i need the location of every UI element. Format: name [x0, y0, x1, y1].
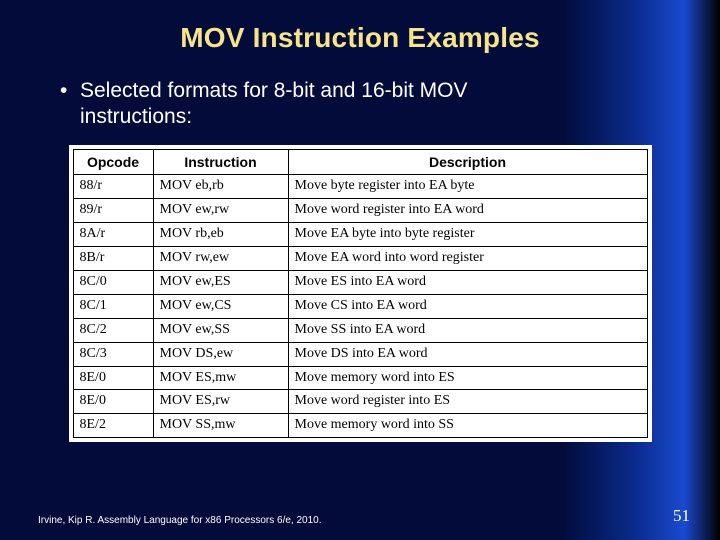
table-row: 89/rMOV ew,rwMove word register into EA …	[73, 199, 647, 223]
opcode-table-wrap: Opcode Instruction Description 88/rMOV e…	[69, 145, 652, 443]
cell-instruction: MOV ew,ES	[153, 270, 288, 294]
cell-instruction: MOV rw,ew	[153, 247, 288, 271]
cell-description: Move memory word into SS	[288, 414, 647, 438]
table-row: 8C/1MOV ew,CSMove CS into EA word	[73, 294, 647, 318]
cell-opcode: 89/r	[73, 199, 153, 223]
bullet-line-1: •Selected formats for 8-bit and 16-bit M…	[60, 78, 660, 104]
table-row: 8E/0MOV ES,rwMove word register into ES	[73, 390, 647, 414]
cell-description: Move CS into EA word	[288, 294, 647, 318]
cell-description: Move memory word into ES	[288, 366, 647, 390]
cell-instruction: MOV rb,eb	[153, 223, 288, 247]
table-row: 8C/3MOV DS,ewMove DS into EA word	[73, 342, 647, 366]
cell-opcode: 8C/2	[73, 318, 153, 342]
page-number: 51	[673, 506, 690, 526]
cell-description: Move word register into ES	[288, 390, 647, 414]
table-row: 8E/0MOV ES,mwMove memory word into ES	[73, 366, 647, 390]
cell-description: Move EA word into word register	[288, 247, 647, 271]
header-description: Description	[288, 149, 647, 175]
bullet-block: •Selected formats for 8-bit and 16-bit M…	[0, 64, 720, 131]
table-row: 8E/2MOV SS,mwMove memory word into SS	[73, 414, 647, 438]
table-row: 8A/rMOV rb,ebMove EA byte into byte regi…	[73, 223, 647, 247]
cell-instruction: MOV ES,rw	[153, 390, 288, 414]
table-row: 8C/0MOV ew,ESMove ES into EA word	[73, 270, 647, 294]
cell-opcode: 8C/3	[73, 342, 153, 366]
cell-description: Move ES into EA word	[288, 270, 647, 294]
cell-instruction: MOV ES,mw	[153, 366, 288, 390]
cell-instruction: MOV DS,ew	[153, 342, 288, 366]
cell-opcode: 8E/0	[73, 390, 153, 414]
cell-description: Move EA byte into byte register	[288, 223, 647, 247]
cell-opcode: 8B/r	[73, 247, 153, 271]
cell-description: Move byte register into EA byte	[288, 175, 647, 199]
table-row: 8C/2MOV ew,SSMove SS into EA word	[73, 318, 647, 342]
cell-description: Move SS into EA word	[288, 318, 647, 342]
cell-description: Move DS into EA word	[288, 342, 647, 366]
bullet-text-1: Selected formats for 8-bit and 16-bit MO…	[80, 79, 468, 102]
cell-instruction: MOV eb,rb	[153, 175, 288, 199]
cell-description: Move word register into EA word	[288, 199, 647, 223]
cell-opcode: 8C/1	[73, 294, 153, 318]
cell-instruction: MOV SS,mw	[153, 414, 288, 438]
cell-opcode: 8E/2	[73, 414, 153, 438]
cell-opcode: 8E/0	[73, 366, 153, 390]
cell-opcode: 8C/0	[73, 270, 153, 294]
cell-instruction: MOV ew,SS	[153, 318, 288, 342]
cell-opcode: 8A/r	[73, 223, 153, 247]
slide-title: MOV Instruction Examples	[0, 0, 720, 64]
table-header-row: Opcode Instruction Description	[73, 149, 647, 175]
table-row: 88/rMOV eb,rbMove byte register into EA …	[73, 175, 647, 199]
opcode-table: Opcode Instruction Description 88/rMOV e…	[73, 149, 648, 439]
cell-opcode: 88/r	[73, 175, 153, 199]
footer: Irvine, Kip R. Assembly Language for x86…	[38, 506, 690, 526]
header-opcode: Opcode	[73, 149, 153, 175]
table-row: 8B/rMOV rw,ewMove EA word into word regi…	[73, 247, 647, 271]
bullet-line-2: instructions:	[60, 104, 660, 130]
cell-instruction: MOV ew,rw	[153, 199, 288, 223]
cell-instruction: MOV ew,CS	[153, 294, 288, 318]
footer-citation: Irvine, Kip R. Assembly Language for x86…	[38, 515, 322, 526]
header-instruction: Instruction	[153, 149, 288, 175]
slide: MOV Instruction Examples •Selected forma…	[0, 0, 720, 540]
bullet-dot: •	[60, 78, 80, 104]
